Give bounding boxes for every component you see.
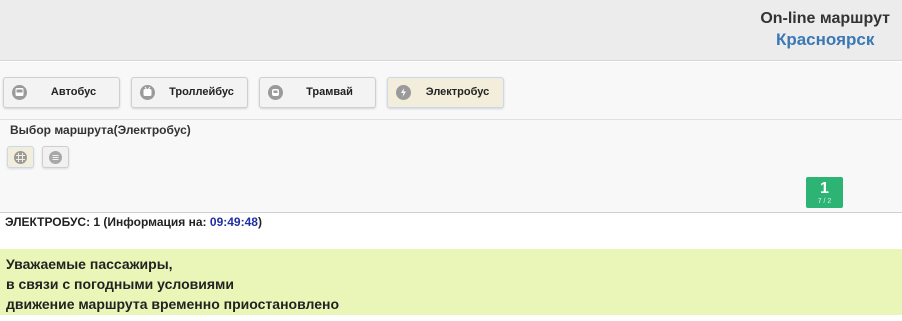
notice-line: движение маршрута временно приостановлен… [6,296,339,312]
transport-bus-button[interactable]: Автобус [3,77,120,108]
notice-banner: Уважаемые пассажиры, в связи с погодными… [0,249,902,315]
info-line: ЭЛЕКТРОБУС: 1 (Информация на: 09:49:48) [5,215,262,229]
info-prefix: ЭЛЕКТРОБУС: 1 (Информация на: [5,215,210,229]
grid-view-button[interactable] [7,146,34,168]
list-view-icon [49,151,62,164]
bus-icon [12,85,27,100]
trolleybus-icon [140,85,155,100]
app-title: On-line маршрут [760,10,890,27]
transport-label: Электробус [425,86,490,98]
city-link[interactable]: Красноярск [760,29,890,51]
route-section-title: Выбор маршрута(Электробус) [10,123,191,137]
transport-trolleybus-button[interactable]: Троллейбус [131,77,248,108]
transport-electrobus-button[interactable]: Электробус [387,77,504,108]
transport-label: Троллейбус [169,86,234,98]
notice-line: Уважаемые пассажиры, [6,256,173,272]
route-subtext: 7 / 2 [817,198,832,205]
header-bar: On-line маршрут Красноярск [0,0,902,61]
transport-tram-button[interactable]: Трамвай [259,77,376,108]
transport-selector: Автобус Троллейбус Трамвай Электробус [0,62,902,120]
list-view-button[interactable] [42,146,69,168]
brand: On-line маршрут Красноярск [760,9,890,51]
transport-label: Автобус [50,86,97,98]
notice-line: в связи с погодными условиями [6,276,235,292]
transport-label: Трамвай [306,86,353,98]
route-selection: Выбор маршрута(Электробус) 1 7 / 2 [0,120,902,213]
info-time: 09:49:48 [209,215,258,229]
grid-view-icon [14,151,27,164]
route-number: 1 [820,180,829,197]
route-button-1[interactable]: 1 7 / 2 [806,177,843,208]
info-suffix: ) [257,215,262,229]
electrobus-icon [396,85,411,100]
tram-icon [268,85,283,100]
